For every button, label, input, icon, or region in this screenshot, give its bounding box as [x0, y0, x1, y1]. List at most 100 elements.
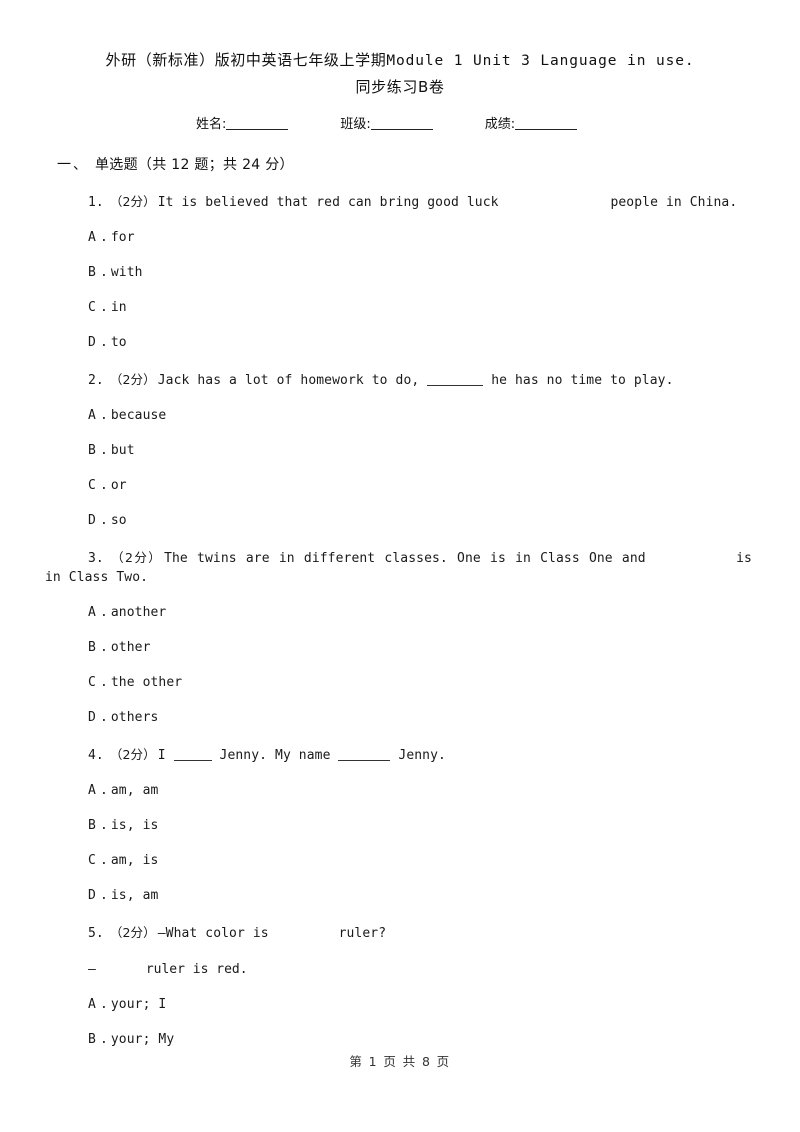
- answer-blank[interactable]: [507, 193, 603, 212]
- option-choice-d[interactable]: D. so: [0, 512, 800, 530]
- option-choice-c[interactable]: C. or: [0, 477, 800, 495]
- question-stem: 3. （2分） The twins are in different classes…: [0, 548, 800, 587]
- name-input-blank[interactable]: [226, 129, 289, 130]
- option-choice-b[interactable]: B. other: [0, 639, 800, 657]
- option-letter: D: [88, 513, 96, 528]
- option-dot: .: [99, 888, 108, 903]
- option-text: for: [110, 230, 135, 245]
- option-choice-d[interactable]: D. others: [0, 709, 800, 727]
- class-input-blank[interactable]: [370, 129, 433, 130]
- option-letter: C: [88, 300, 96, 315]
- score-input-blank[interactable]: [515, 129, 578, 130]
- question-stem: 2. （2分） Jack has a lot of homework to do, …: [0, 370, 800, 390]
- option-letter: D: [88, 335, 96, 350]
- question-text-before-blank: Jack has a lot of homework to do,: [157, 373, 420, 388]
- section-title: 单选题（共 12 题；共 24 分）: [95, 157, 294, 173]
- option-text: your; I: [110, 997, 167, 1012]
- page-footer: 第 1 页 共 8 页: [349, 1054, 451, 1069]
- answer-blank[interactable]: [277, 924, 331, 943]
- option-letter: B: [88, 640, 96, 655]
- question-text-before-blank: —What color is: [157, 926, 269, 941]
- question-text-before-blank: It is believed that red can bring good l…: [157, 195, 499, 210]
- question: 3. （2分） The twins are in different classes…: [0, 548, 800, 727]
- name-label: 姓名:: [196, 117, 227, 132]
- option-choice-a[interactable]: A. for: [0, 229, 800, 247]
- option-choice-b[interactable]: B. with: [0, 264, 800, 282]
- option-choice-d[interactable]: D. is, am: [0, 887, 800, 905]
- option-choice-c[interactable]: C. in: [0, 299, 800, 317]
- option-text: other: [110, 640, 151, 655]
- question-number: 4.: [88, 748, 104, 763]
- option-dot: .: [99, 408, 108, 423]
- question-text-after-blank: ruler?: [338, 926, 387, 941]
- option-choice-b[interactable]: B. but: [0, 442, 800, 460]
- option-choice-b[interactable]: B. your; My: [0, 1031, 800, 1049]
- option-letter: C: [88, 675, 96, 690]
- question-text-after-blank: he has no time to play.: [491, 373, 674, 388]
- question-score: （2分）: [109, 194, 156, 209]
- option-text: with: [110, 265, 143, 280]
- reply-dash: —: [88, 962, 96, 977]
- reply-answer-blank[interactable]: [96, 960, 146, 979]
- option-text: am, is: [110, 853, 159, 868]
- answer-blank[interactable]: [655, 549, 727, 568]
- question-reply-line: — ruler is red.: [0, 960, 800, 979]
- option-choice-c[interactable]: C. the other: [0, 674, 800, 692]
- section-number: 一、: [57, 157, 89, 173]
- option-letter: A: [88, 997, 96, 1012]
- option-text: to: [110, 335, 127, 350]
- option-dot: .: [99, 478, 108, 493]
- option-choice-a[interactable]: A. am, am: [0, 782, 800, 800]
- question-stem: 4. （2分） I Jenny. My name Jenny.: [0, 745, 800, 765]
- question-number: 2.: [88, 373, 104, 388]
- question-score: （2分）: [109, 372, 156, 387]
- option-text: because: [110, 408, 167, 423]
- page-title-cn: 外研（新标准）版初中英语七年级上学期: [105, 51, 387, 69]
- option-text: but: [110, 443, 135, 458]
- answer-blank[interactable]: [173, 749, 212, 761]
- option-choice-b[interactable]: B. is, is: [0, 817, 800, 835]
- question: 2. （2分） Jack has a lot of homework to do, …: [0, 370, 800, 530]
- page-title: 外研（新标准）版初中英语七年级上学期Module 1 Unit 3 Langua…: [0, 0, 800, 99]
- page-title-en: Module 1 Unit 3 Language in use.: [386, 53, 695, 69]
- option-text: is, is: [110, 818, 159, 833]
- option-dot: .: [99, 605, 108, 620]
- option-choice-a[interactable]: A. your; I: [0, 996, 800, 1014]
- option-dot: .: [99, 640, 108, 655]
- question-number: 1.: [88, 195, 104, 210]
- exam-page: 外研（新标准）版初中英语七年级上学期Module 1 Unit 3 Langua…: [0, 0, 800, 1132]
- option-dot: .: [99, 710, 108, 725]
- question: 4. （2分） I Jenny. My name Jenny. A. am, am B. i…: [0, 745, 800, 905]
- answer-blank-2[interactable]: [338, 749, 391, 761]
- reply-text: ruler is red.: [145, 962, 248, 977]
- option-text: in: [110, 300, 127, 315]
- student-info-row: 姓名: 班级: 成绩:: [0, 113, 800, 132]
- option-dot: .: [99, 675, 108, 690]
- option-dot: .: [99, 997, 108, 1012]
- option-letter: B: [88, 1032, 96, 1047]
- section-heading: 一、 单选题（共 12 题；共 24 分）: [0, 154, 800, 174]
- question-text-after-blank: people in China.: [610, 195, 738, 210]
- option-letter: A: [88, 408, 96, 423]
- option-letter: B: [88, 265, 96, 280]
- option-choice-c[interactable]: C. am, is: [0, 852, 800, 870]
- question-text-before-blank: The twins are in different classes. One …: [164, 551, 646, 566]
- option-letter: C: [88, 478, 96, 493]
- option-dot: .: [99, 300, 108, 315]
- option-letter: B: [88, 443, 96, 458]
- question-text-before-blank: I: [157, 748, 166, 763]
- option-choice-a[interactable]: A. because: [0, 407, 800, 425]
- option-dot: .: [99, 335, 108, 350]
- option-letter: D: [88, 710, 96, 725]
- question-score: （2分）: [109, 925, 156, 940]
- option-letter: A: [88, 605, 96, 620]
- option-letter: A: [88, 230, 96, 245]
- option-choice-d[interactable]: D. to: [0, 334, 800, 352]
- option-list: A. your; I B. your; My: [0, 996, 800, 1049]
- option-text: so: [110, 513, 127, 528]
- option-letter: A: [88, 783, 96, 798]
- answer-blank[interactable]: [427, 374, 484, 386]
- score-field: 成绩:: [485, 113, 578, 132]
- option-letter: B: [88, 818, 96, 833]
- option-choice-a[interactable]: A. another: [0, 604, 800, 622]
